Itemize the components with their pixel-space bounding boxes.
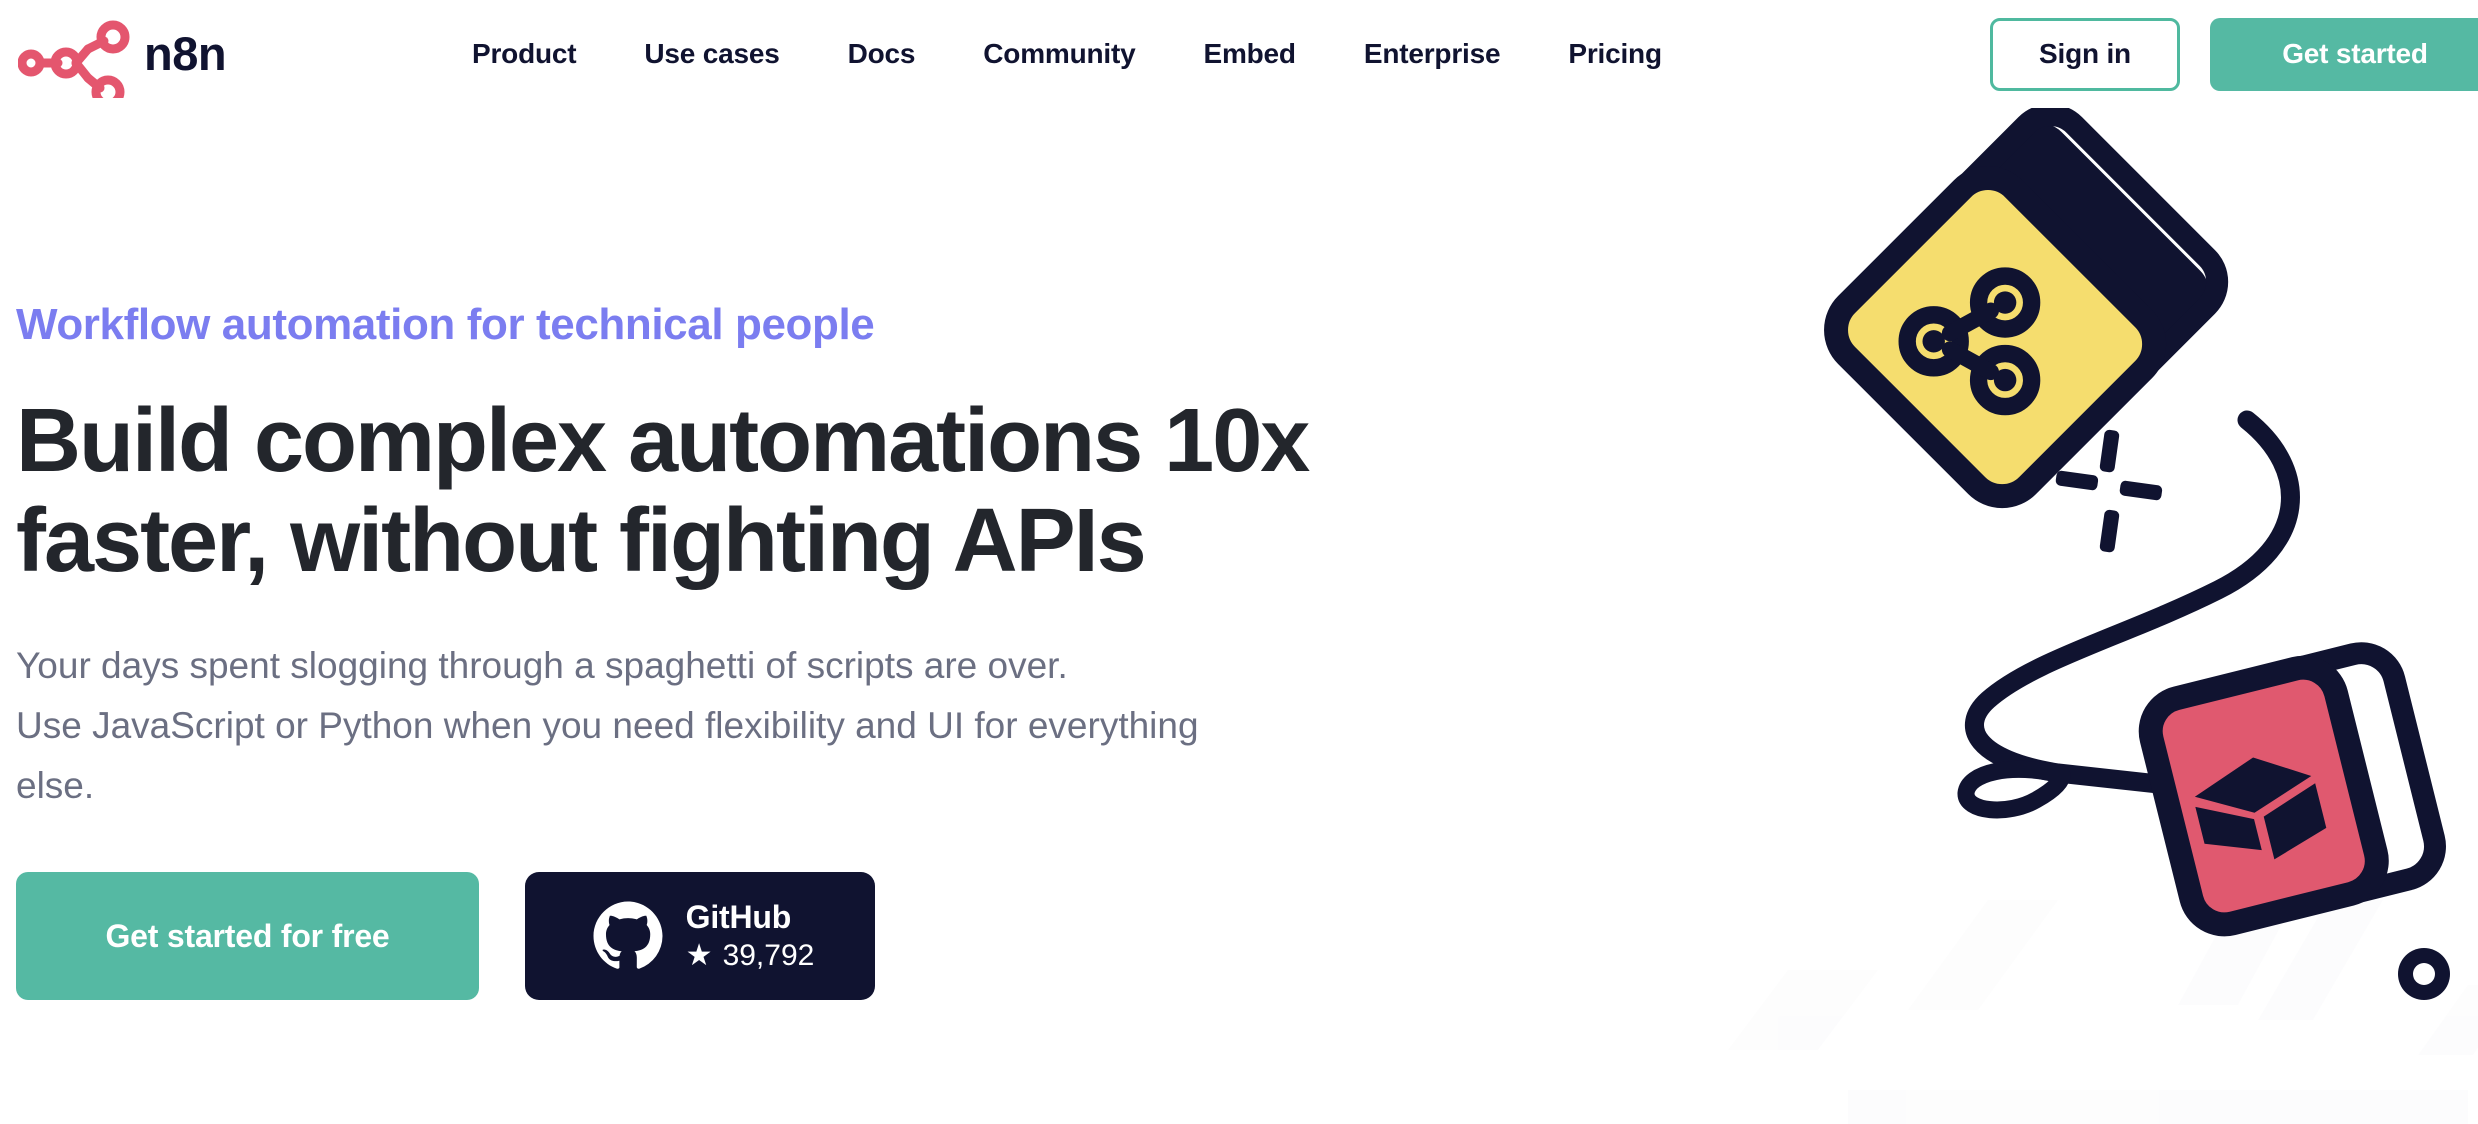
github-star-count: ★ 39,792 (686, 939, 815, 972)
sparkle-icon (2055, 429, 2163, 553)
github-label: GitHub (685, 898, 792, 935)
subcopy-line-2: Use JavaScript or Python when you need f… (16, 705, 1199, 747)
site-header: n8n Product Use cases Docs Community Emb… (0, 0, 2478, 108)
headline-line-2: faster, without fighting APIs (16, 491, 1147, 592)
package-box-icon (2194, 757, 2327, 860)
main-navigation: Product Use cases Docs Community Embed E… (472, 0, 1696, 108)
subcopy-line-3: else. (16, 765, 95, 807)
n8n-node-logo-icon (18, 20, 130, 98)
hero-cta-row: Get started for free GitHub ★ 39,792 (16, 872, 1516, 1000)
github-octocat-icon (593, 901, 663, 969)
nav-item-product[interactable]: Product (472, 40, 610, 68)
landing-page: n8n Product Use cases Docs Community Emb… (0, 0, 2478, 1124)
page-title: Build complex automations 10x faster, wi… (16, 391, 1506, 593)
hero-eyebrow: Workflow automation for technical people (16, 300, 875, 349)
nav-item-embed[interactable]: Embed (1169, 40, 1329, 68)
github-stars-button[interactable]: GitHub ★ 39,792 (525, 872, 875, 1000)
nav-item-use-cases[interactable]: Use cases (610, 40, 813, 68)
connector-line (1964, 410, 2368, 816)
subcopy-line-1: Your days spent slogging through a spagh… (16, 645, 1068, 687)
header-actions: Sign in Get started (1990, 0, 2478, 108)
github-star-number: 39,792 (722, 939, 815, 973)
hero-section: Workflow automation for technical people… (16, 300, 1516, 1000)
connector-loop (1957, 760, 2071, 819)
background-decor-shapes (1728, 895, 2478, 1124)
nav-item-docs[interactable]: Docs (814, 40, 950, 68)
nav-item-enterprise[interactable]: Enterprise (1330, 40, 1535, 68)
yellow-node-card (1824, 103, 2229, 509)
workflow-nodes-illustration (1658, 0, 2478, 1124)
n8n-node-icon (1898, 267, 2041, 416)
hero-subcopy: Your days spent slogging through a spagh… (16, 636, 1486, 816)
get-started-button[interactable]: Get started (2210, 17, 2478, 91)
sign-in-button[interactable]: Sign in (1990, 17, 2180, 91)
nav-item-community[interactable]: Community (949, 40, 1169, 68)
brand-name: n8n (144, 26, 227, 80)
github-text: GitHub ★ 39,792 (685, 898, 815, 972)
star-icon: ★ (685, 938, 713, 972)
pink-node-card (2138, 642, 2446, 937)
ring-dot-icon (2398, 948, 2450, 1000)
get-started-for-free-button[interactable]: Get started for free (16, 872, 479, 1000)
headline-line-1: Build complex automations 10x (16, 390, 1310, 491)
nav-item-pricing[interactable]: Pricing (1534, 40, 1696, 68)
brand-logo[interactable]: n8n (18, 6, 227, 98)
